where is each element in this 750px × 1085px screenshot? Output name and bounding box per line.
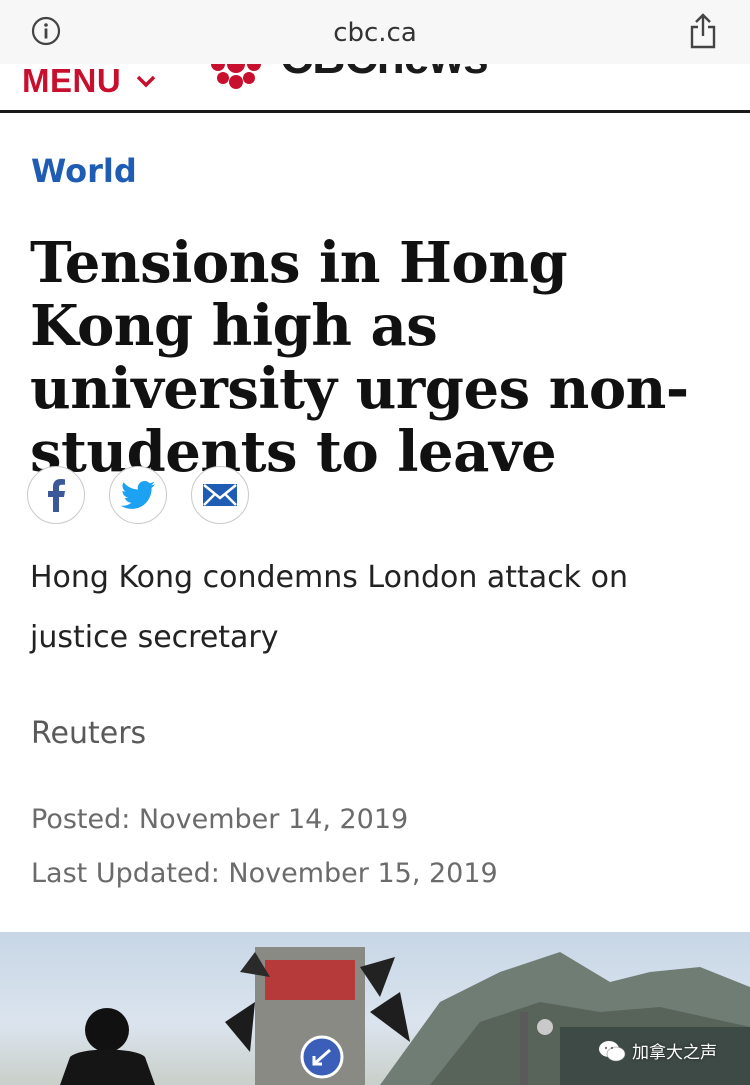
wechat-watermark: 加拿大之声 <box>598 1038 717 1063</box>
share-buttons <box>27 466 249 524</box>
browser-address-bar: cbc.ca <box>0 0 750 64</box>
byline: Reuters <box>31 716 147 751</box>
updated-date: Last Updated: November 15, 2019 <box>31 858 498 889</box>
site-header: MENU CBCnews <box>0 64 750 113</box>
email-share-button[interactable] <box>191 466 249 524</box>
posted-date: Posted: November 14, 2019 <box>31 804 409 835</box>
cbc-news-logo-text: CBCnews <box>280 64 489 84</box>
article-headline: Tensions in Hong Kong high as university… <box>30 230 689 485</box>
twitter-icon <box>121 481 155 509</box>
email-icon <box>203 484 237 506</box>
twitter-share-button[interactable] <box>109 466 167 524</box>
facebook-share-button[interactable] <box>27 466 85 524</box>
cbc-gem-logo[interactable] <box>206 64 266 94</box>
article-deck: Hong Kong condemns London attack on just… <box>30 560 628 655</box>
section-link[interactable]: World <box>31 152 137 190</box>
wechat-icon <box>599 1040 626 1061</box>
chevron-down-icon <box>136 75 156 88</box>
facebook-icon <box>48 479 65 512</box>
share-icon[interactable] <box>688 12 718 50</box>
watermark-text: 加拿大之声 <box>632 1043 717 1063</box>
url-field[interactable]: cbc.ca <box>0 18 750 48</box>
menu-button[interactable]: MENU <box>22 64 157 100</box>
menu-label: MENU <box>22 64 122 99</box>
